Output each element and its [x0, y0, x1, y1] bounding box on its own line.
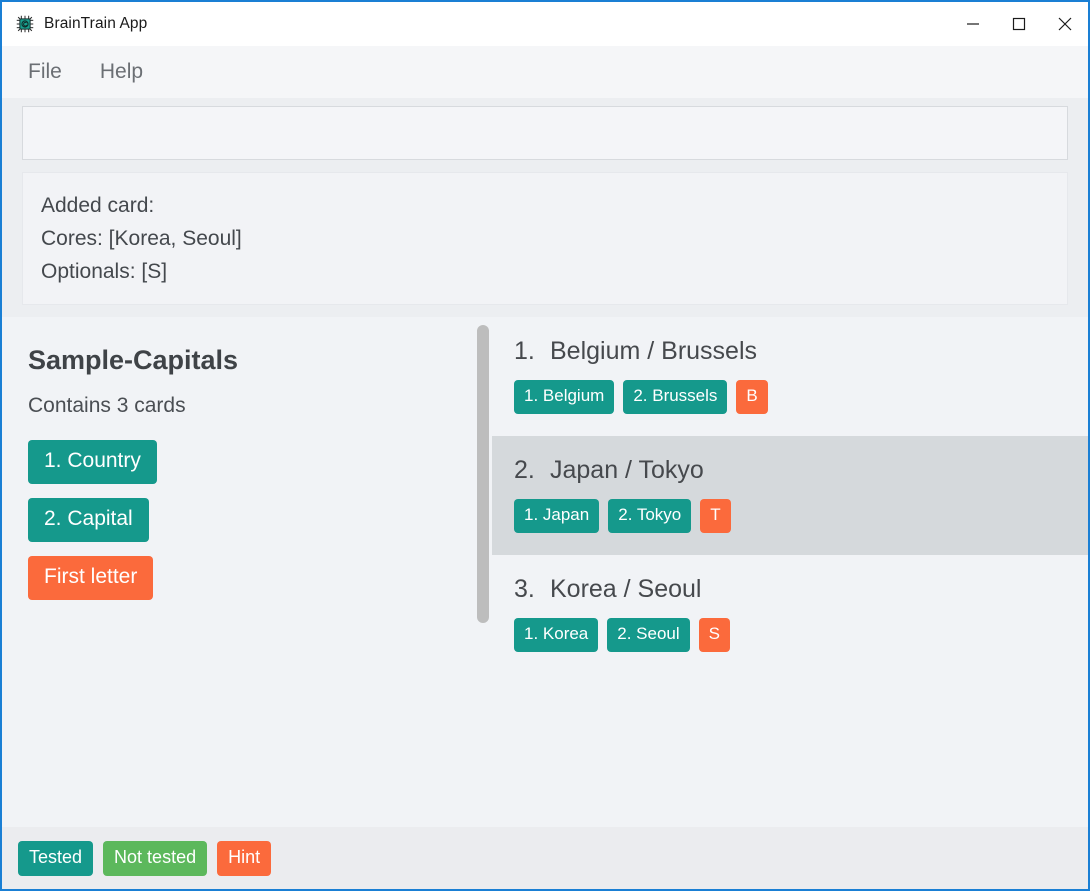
- deck-field-list: 1. Country 2. Capital First letter: [28, 440, 468, 600]
- card-chip[interactable]: 2. Seoul: [607, 618, 690, 652]
- card-chip[interactable]: 2. Tokyo: [608, 499, 692, 533]
- card-chip-hint[interactable]: B: [736, 380, 768, 414]
- card-text: Korea / Seoul: [550, 575, 702, 603]
- card-list-item-selected[interactable]: 2. Japan / Tokyo 1. Japan 2. Tokyo T: [492, 436, 1088, 555]
- menu-item-help[interactable]: Help: [96, 58, 147, 86]
- message-box: Added card: Cores: [Korea, Seoul] Option…: [22, 172, 1068, 305]
- title-bar-left: BrainTrain App: [2, 13, 147, 35]
- close-icon: [1056, 15, 1074, 33]
- card-chip[interactable]: 1. Belgium: [514, 380, 615, 414]
- message-area: Added card: Cores: [Korea, Seoul] Option…: [2, 160, 1088, 317]
- window-title: BrainTrain App: [44, 15, 148, 32]
- card-index: 3.: [514, 575, 535, 603]
- card-chip-hint[interactable]: S: [698, 618, 730, 652]
- legend-bar: Tested Not tested Hint: [2, 827, 1088, 889]
- deck-field-badge[interactable]: 1. Country: [28, 440, 157, 484]
- message-line: Added card:: [41, 194, 155, 217]
- legend-badge-hint: Hint: [217, 840, 272, 876]
- deck-title: Sample-Capitals: [28, 345, 239, 375]
- deck-panel: Sample-Capitals Contains 3 cards 1. Coun…: [2, 317, 492, 827]
- card-index: 1.: [514, 337, 535, 365]
- minimize-icon: [965, 16, 981, 32]
- card-chip-row: 1. Japan 2. Tokyo T: [514, 499, 1088, 533]
- input-area: [2, 98, 1088, 160]
- deck-card-count: Contains 3 cards: [28, 394, 186, 417]
- main-content: Sample-Capitals Contains 3 cards 1. Coun…: [2, 317, 1088, 827]
- deck-field-badge[interactable]: 2. Capital: [28, 498, 149, 542]
- message-line: Cores: [Korea, Seoul]: [41, 227, 242, 250]
- card-text: Belgium / Brussels: [550, 337, 758, 365]
- card-chip-row: 1. Belgium 2. Brussels B: [514, 380, 1088, 414]
- menu-bar: File Help: [2, 46, 1088, 98]
- legend-badge-tested: Tested: [18, 840, 94, 876]
- chip-icon: [14, 13, 36, 35]
- card-chip-hint[interactable]: T: [700, 499, 731, 533]
- app-window: BrainTrain App File Help Added card: Cor…: [0, 0, 1090, 891]
- card-list-scrollbar[interactable]: [474, 317, 492, 827]
- card-chip[interactable]: 2. Brussels: [623, 380, 728, 414]
- card-heading: 2. Japan / Tokyo: [514, 456, 1088, 485]
- window-controls: [950, 2, 1088, 46]
- minimize-button[interactable]: [950, 2, 996, 46]
- maximize-button[interactable]: [996, 2, 1042, 46]
- maximize-icon: [1011, 16, 1027, 32]
- legend-badge-not-tested: Not tested: [103, 840, 208, 876]
- card-list: 1. Belgium / Brussels 1. Belgium 2. Brus…: [492, 317, 1088, 827]
- card-list-item[interactable]: 3. Korea / Seoul 1. Korea 2. Seoul S: [492, 555, 1088, 674]
- card-heading: 1. Belgium / Brussels: [514, 337, 1088, 366]
- menu-item-file[interactable]: File: [24, 58, 66, 86]
- scrollbar-thumb[interactable]: [477, 325, 489, 623]
- card-chip[interactable]: 1. Korea: [514, 618, 599, 652]
- card-index: 2.: [514, 456, 535, 484]
- deck-field-badge[interactable]: First letter: [28, 556, 154, 600]
- card-chip[interactable]: 1. Japan: [514, 499, 600, 533]
- title-bar: BrainTrain App: [2, 2, 1088, 46]
- card-heading: 3. Korea / Seoul: [514, 575, 1088, 604]
- message-line: Optionals: [S]: [41, 260, 168, 283]
- card-text: Japan / Tokyo: [550, 456, 704, 484]
- close-button[interactable]: [1042, 2, 1088, 46]
- card-list-item[interactable]: 1. Belgium / Brussels 1. Belgium 2. Brus…: [492, 317, 1088, 436]
- card-chip-row: 1. Korea 2. Seoul S: [514, 618, 1088, 652]
- command-input[interactable]: [22, 106, 1068, 160]
